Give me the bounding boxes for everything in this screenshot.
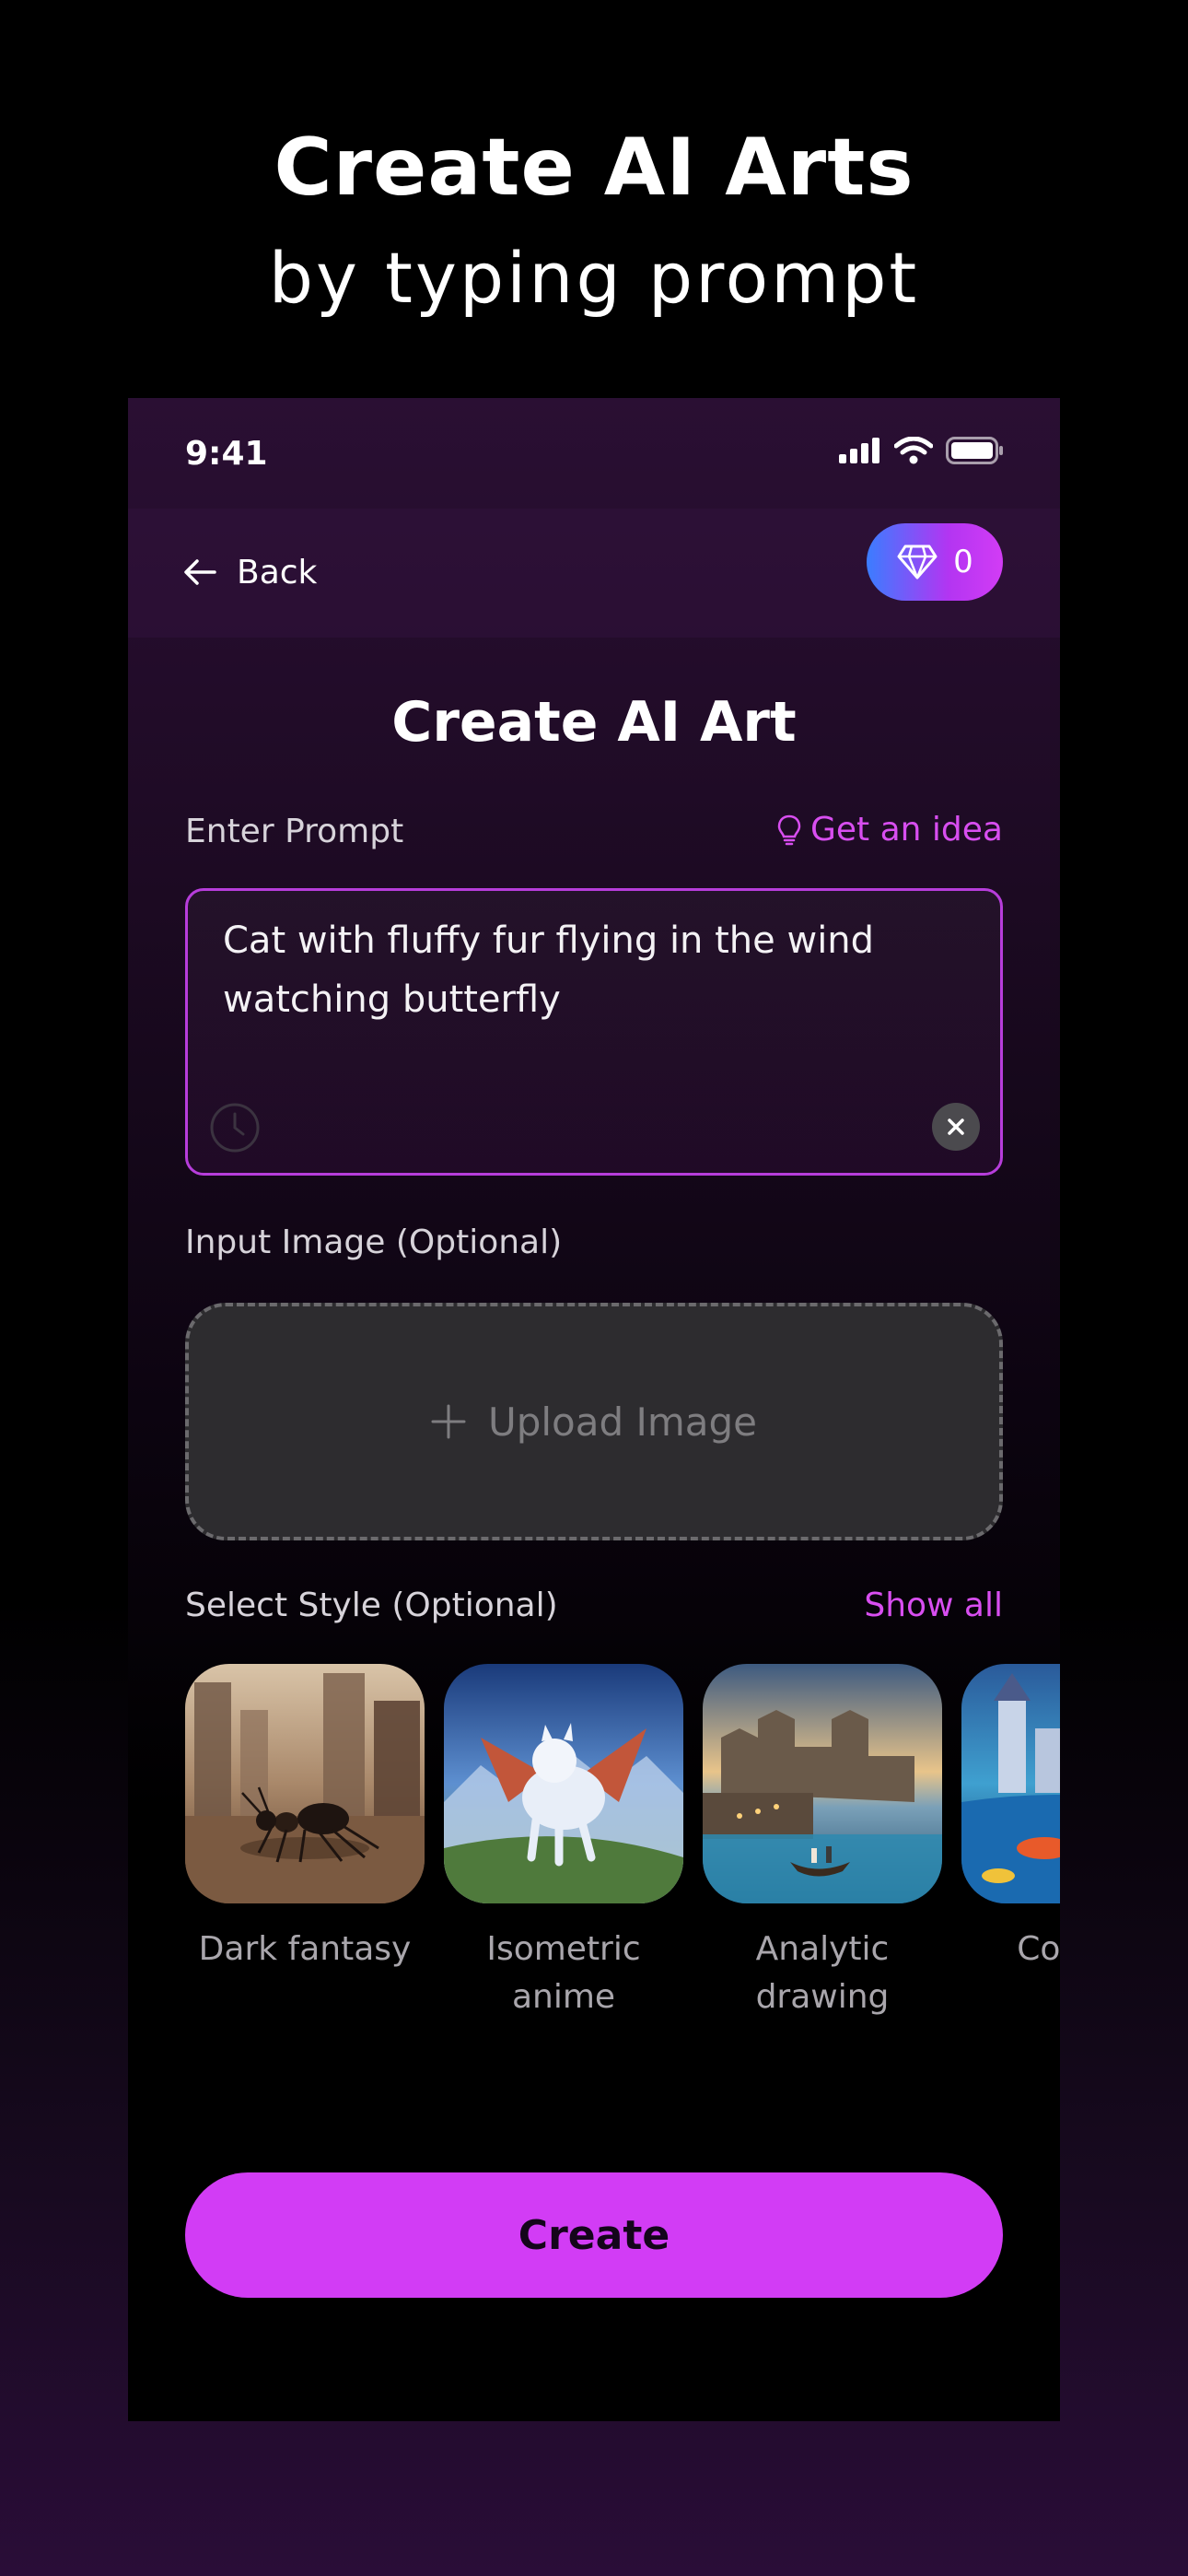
style-name-line: drawing (755, 1978, 890, 2016)
style-thumbnail-analytic-drawing (703, 1664, 942, 1903)
diamond-icon (897, 544, 938, 580)
promo-subtitle: by typing prompt (268, 237, 920, 319)
gem-count: 0 (953, 544, 973, 580)
wifi-icon (894, 437, 933, 464)
style-name: Isometric anime (444, 1926, 683, 2021)
style-name: Dark fantasy (185, 1926, 425, 1973)
status-icons (839, 437, 1005, 464)
prompt-text[interactable]: Cat with fluffy fur flying in the wind w… (223, 911, 960, 1029)
back-label: Back (237, 553, 318, 591)
style-name-line: Analytic (755, 1930, 890, 1968)
style-card-colorful[interactable]: Colorful (961, 1664, 1060, 1973)
upload-image-label: Upload Image (487, 1399, 758, 1445)
get-idea-label: Get an idea (810, 811, 1003, 849)
show-all-link[interactable]: Show all (864, 1587, 1003, 1624)
style-thumbnail-isometric-anime (444, 1664, 683, 1903)
plus-icon (431, 1404, 466, 1439)
prompt-input[interactable]: Cat with fluffy fur flying in the wind w… (185, 888, 1003, 1176)
get-idea-link[interactable]: Get an idea (777, 811, 1003, 849)
gem-balance-button[interactable]: 0 (867, 523, 1003, 601)
style-thumbnail-colorful (961, 1664, 1060, 1903)
arrow-left-icon (184, 559, 216, 585)
input-image-label: Input Image (Optional) (185, 1224, 563, 1261)
history-icon[interactable] (208, 1101, 262, 1154)
create-button[interactable]: Create (185, 2172, 1003, 2298)
style-name: Colorful (961, 1926, 1060, 1973)
promo-title: Create AI Arts (274, 122, 914, 214)
upload-image-button[interactable]: Upload Image (185, 1303, 1003, 1540)
status-time: 9:41 (185, 435, 268, 473)
lightbulb-icon (777, 814, 801, 845)
style-name-line: anime (511, 1978, 616, 2016)
select-style-label: Select Style (Optional) (185, 1587, 558, 1624)
style-card-isometric-anime[interactable]: Isometric anime (444, 1664, 683, 2021)
battery-icon (946, 437, 1003, 464)
promo-headline: Create AI Arts by typing prompt (0, 111, 1188, 332)
clear-prompt-button[interactable] (932, 1103, 980, 1151)
close-icon (948, 1118, 964, 1135)
style-card-analytic-drawing[interactable]: Analytic drawing (703, 1664, 942, 2021)
page-title: Create AI Art (391, 690, 797, 755)
status-bar: 9:41 (128, 398, 1060, 509)
prompt-label: Enter Prompt (185, 813, 404, 850)
signal-icon (839, 438, 879, 463)
style-name-line: Isometric (486, 1930, 641, 1968)
style-card-dark-fantasy[interactable]: Dark fantasy (185, 1664, 425, 1973)
style-name-line: Dark fantasy (198, 1930, 412, 1968)
back-button[interactable]: Back (183, 549, 317, 595)
style-thumbnail-dark-fantasy (185, 1664, 425, 1903)
style-name: Analytic drawing (703, 1926, 942, 2021)
style-carousel[interactable]: Dark fantasy Isometric anime Analytic dr… (185, 1664, 1060, 2069)
phone-screen: 9:41 Back 0 Create AI Art Enter Prompt G… (128, 398, 1060, 2421)
style-name-line: Colorful (1017, 1930, 1060, 1968)
